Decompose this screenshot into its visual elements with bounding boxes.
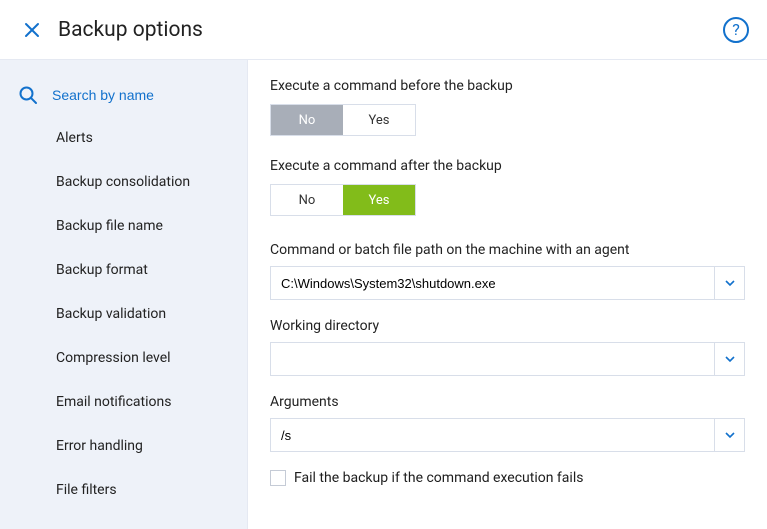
sidebar-item-alerts[interactable]: Alerts: [0, 116, 247, 160]
dialog-header: Backup options ?: [0, 0, 767, 60]
sidebar-item-backup-file-name[interactable]: Backup file name: [0, 204, 247, 248]
command-path-label: Command or batch file path on the machin…: [270, 242, 745, 258]
before-toggle-no[interactable]: No: [271, 105, 343, 135]
after-toggle: No Yes: [270, 184, 416, 216]
after-toggle-no[interactable]: No: [271, 185, 343, 215]
dialog-body: Alerts Backup consolidation Backup file …: [0, 60, 767, 529]
chevron-down-icon: [725, 430, 735, 440]
sidebar-item-error-handling[interactable]: Error handling: [0, 424, 247, 468]
arguments-label: Arguments: [270, 394, 745, 410]
search-input[interactable]: [52, 87, 233, 103]
before-toggle: No Yes: [270, 104, 416, 136]
search-icon: [18, 84, 38, 106]
sidebar-item-backup-validation[interactable]: Backup validation: [0, 292, 247, 336]
working-dir-input[interactable]: [271, 343, 714, 375]
sidebar: Alerts Backup consolidation Backup file …: [0, 60, 248, 529]
sidebar-item-compression-level[interactable]: Compression level: [0, 336, 247, 380]
arguments-input[interactable]: [271, 419, 714, 451]
before-toggle-yes[interactable]: Yes: [343, 105, 415, 135]
main-panel: Execute a command before the backup No Y…: [248, 60, 767, 529]
help-icon[interactable]: ?: [723, 17, 749, 43]
arguments-field: [270, 418, 745, 452]
command-path-input[interactable]: [271, 267, 714, 299]
working-dir-field: [270, 342, 745, 376]
sidebar-item-file-filters[interactable]: File filters: [0, 468, 247, 512]
page-title: Backup options: [58, 18, 203, 42]
chevron-down-icon: [725, 354, 735, 364]
close-icon[interactable]: [18, 16, 46, 44]
chevron-down-icon: [725, 278, 735, 288]
command-path-field: [270, 266, 745, 300]
sidebar-nav: Alerts Backup consolidation Backup file …: [0, 116, 247, 512]
fail-checkbox-label: Fail the backup if the command execution…: [294, 470, 583, 486]
arguments-dropdown-button[interactable]: [714, 419, 744, 451]
fail-checkbox-row: Fail the backup if the command execution…: [270, 470, 745, 486]
sidebar-item-email-notifications[interactable]: Email notifications: [0, 380, 247, 424]
before-label: Execute a command before the backup: [270, 78, 745, 94]
command-path-dropdown-button[interactable]: [714, 267, 744, 299]
search-row: [0, 76, 247, 116]
after-toggle-yes[interactable]: Yes: [343, 185, 415, 215]
sidebar-item-backup-format[interactable]: Backup format: [0, 248, 247, 292]
working-dir-dropdown-button[interactable]: [714, 343, 744, 375]
after-label: Execute a command after the backup: [270, 158, 745, 174]
sidebar-item-backup-consolidation[interactable]: Backup consolidation: [0, 160, 247, 204]
fail-checkbox[interactable]: [270, 470, 286, 486]
working-dir-label: Working directory: [270, 318, 745, 334]
